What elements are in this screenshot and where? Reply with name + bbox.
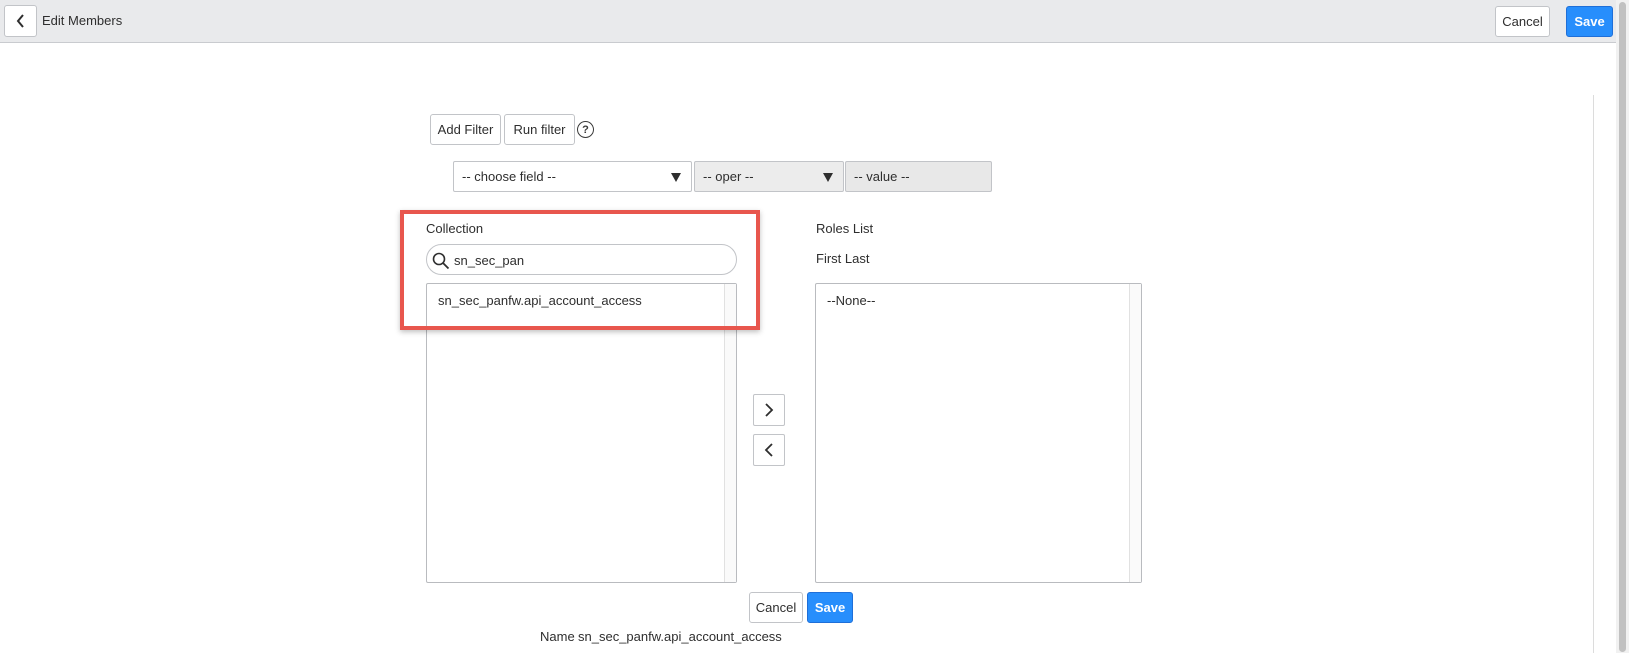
- run-filter-button[interactable]: Run filter: [504, 114, 575, 145]
- collection-list-item[interactable]: sn_sec_panfw.api_account_access: [438, 293, 642, 308]
- back-button[interactable]: [4, 5, 37, 37]
- value-placeholder: -- value --: [854, 169, 910, 184]
- header-cancel-button[interactable]: Cancel: [1495, 6, 1550, 37]
- operator-value: -- oper --: [703, 169, 754, 184]
- operator-select[interactable]: -- oper --: [694, 161, 844, 192]
- roles-list-item[interactable]: --None--: [827, 293, 875, 308]
- chevron-down-icon: [671, 173, 681, 182]
- footer-save-button[interactable]: Save: [807, 592, 853, 623]
- roles-listbox-scrollbar[interactable]: [1129, 284, 1141, 582]
- remove-from-roles-button[interactable]: [753, 434, 785, 466]
- chevron-left-icon: [764, 443, 773, 457]
- choose-field-value: -- choose field --: [462, 169, 556, 184]
- top-header: Edit Members Cancel Save: [0, 0, 1616, 43]
- collection-search-value: sn_sec_pan: [454, 253, 525, 268]
- name-label: Name: [540, 629, 575, 644]
- collection-search-input[interactable]: sn_sec_pan: [426, 244, 737, 275]
- page-title: Edit Members: [42, 13, 123, 28]
- chevron-down-icon: [823, 173, 833, 182]
- chevron-right-icon: [765, 403, 774, 417]
- roles-listbox[interactable]: --None--: [815, 283, 1142, 583]
- name-value: sn_sec_panfw.api_account_access: [578, 629, 782, 644]
- add-to-roles-button[interactable]: [753, 394, 785, 426]
- help-glyph: ?: [582, 123, 589, 136]
- add-filter-button[interactable]: Add Filter: [430, 114, 501, 145]
- search-icon: [432, 252, 450, 270]
- help-icon[interactable]: ?: [577, 121, 594, 138]
- chevron-left-icon: [16, 14, 24, 28]
- collection-listbox[interactable]: sn_sec_panfw.api_account_access: [426, 283, 737, 583]
- roles-list-label: Roles List: [816, 221, 874, 236]
- choose-field-select[interactable]: -- choose field --: [453, 161, 692, 192]
- collection-label: Collection: [426, 221, 484, 236]
- collection-listbox-scrollbar[interactable]: [724, 284, 736, 582]
- value-field[interactable]: -- value --: [845, 161, 992, 192]
- content-divider: [1593, 95, 1594, 653]
- roles-list-sublabel: First Last: [816, 251, 870, 266]
- page-scrollbar-thumb[interactable]: [1619, 2, 1626, 652]
- header-save-button[interactable]: Save: [1566, 6, 1613, 37]
- footer-cancel-button[interactable]: Cancel: [749, 592, 803, 623]
